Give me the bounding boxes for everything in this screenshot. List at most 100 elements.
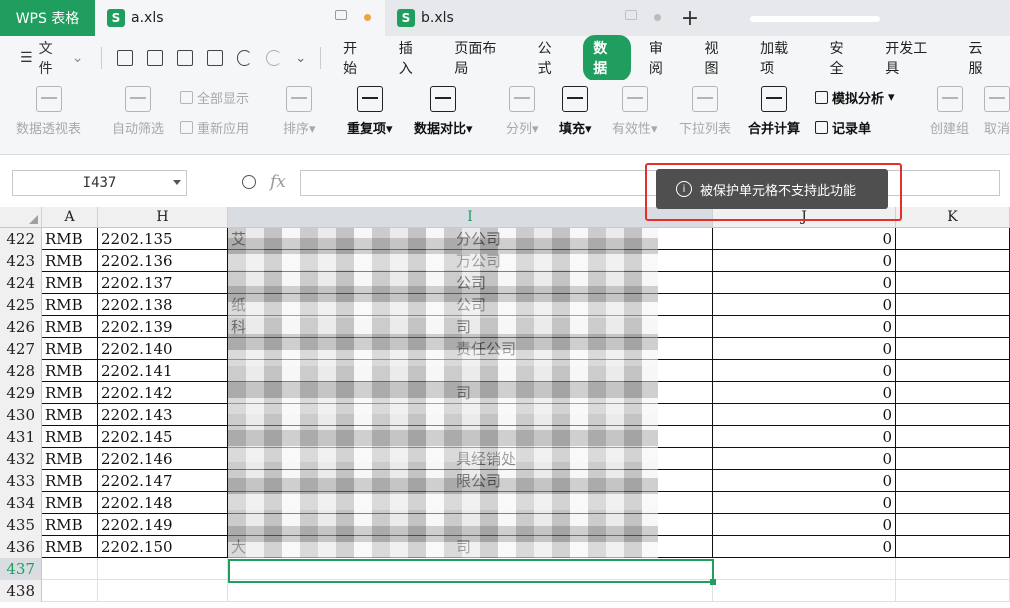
select-all-corner[interactable] <box>0 207 42 228</box>
print-preview-icon[interactable] <box>206 50 223 66</box>
row-number[interactable]: 438 <box>0 580 42 602</box>
save-icon[interactable] <box>117 50 134 66</box>
cell-j[interactable]: 0 <box>713 382 896 404</box>
cell-k[interactable] <box>896 228 1010 250</box>
cell-a[interactable]: RMB <box>42 404 98 426</box>
column-header-k[interactable]: K <box>896 207 1010 228</box>
cell-k[interactable] <box>896 382 1010 404</box>
cell-a[interactable]: RMB <box>42 492 98 514</box>
cell-h[interactable]: 2202.138 <box>98 294 228 316</box>
unsaved-dot-icon[interactable] <box>364 14 371 21</box>
cell-k[interactable] <box>896 360 1010 382</box>
cell-a[interactable]: RMB <box>42 228 98 250</box>
cell-j[interactable]: 0 <box>713 536 896 558</box>
tab-insert[interactable]: 插入 <box>389 35 437 81</box>
spreadsheet-grid[interactable]: A H I J K 422RMB2202.135艾分公司0423RMB2202.… <box>0 207 1010 608</box>
cell-k[interactable] <box>896 492 1010 514</box>
ungroup-button[interactable]: 取消 <box>984 86 1010 137</box>
cell-a[interactable]: RMB <box>42 294 98 316</box>
cell-j[interactable]: 0 <box>713 338 896 360</box>
cell-h[interactable]: 2202.136 <box>98 250 228 272</box>
column-header-i[interactable]: I <box>228 207 713 228</box>
cell-j[interactable]: 0 <box>713 448 896 470</box>
cell-j[interactable]: 0 <box>713 470 896 492</box>
cell-a[interactable]: RMB <box>42 382 98 404</box>
cell-k[interactable] <box>896 448 1010 470</box>
cell-a[interactable]: RMB <box>42 316 98 338</box>
row-number[interactable]: 434 <box>0 492 42 514</box>
column-header-a[interactable]: A <box>42 207 98 228</box>
cell-a[interactable]: RMB <box>42 448 98 470</box>
tab-data[interactable]: 数据 <box>583 35 631 81</box>
cell-k[interactable] <box>896 558 1010 580</box>
tab-security[interactable]: 安全 <box>820 35 868 81</box>
row-number[interactable]: 430 <box>0 404 42 426</box>
row-number[interactable]: 428 <box>0 360 42 382</box>
sort-button[interactable]: 排序▾ <box>283 86 316 137</box>
validity-button[interactable]: 有效性▾ <box>612 86 658 137</box>
row-number[interactable]: 433 <box>0 470 42 492</box>
cell-j[interactable] <box>713 558 896 580</box>
cell-j[interactable]: 0 <box>713 404 896 426</box>
reapply-button[interactable]: 重新应用 <box>180 118 249 137</box>
print-icon[interactable] <box>177 50 193 66</box>
cell-k[interactable] <box>896 272 1010 294</box>
cell-k[interactable] <box>896 426 1010 448</box>
cell-j[interactable]: 0 <box>713 316 896 338</box>
chevron-down-icon[interactable] <box>173 180 181 185</box>
doc-tab-a[interactable]: S a.xls <box>95 0 385 36</box>
tab-developer[interactable]: 开发工具 <box>875 35 950 81</box>
cell-k[interactable] <box>896 338 1010 360</box>
cell-k[interactable] <box>896 514 1010 536</box>
row-number[interactable]: 425 <box>0 294 42 316</box>
cell-a[interactable]: RMB <box>42 338 98 360</box>
split-column-button[interactable]: 分列▾ <box>506 86 539 137</box>
what-if-button[interactable]: 模拟分析 ▾ <box>815 88 895 107</box>
cell-a[interactable]: RMB <box>42 272 98 294</box>
autofilter-button[interactable]: 自动筛选 <box>112 86 164 137</box>
row-number[interactable]: 437 <box>0 558 42 580</box>
record-form-button[interactable]: 记录单 <box>815 118 871 137</box>
row-number[interactable]: 431 <box>0 426 42 448</box>
cell-j[interactable]: 0 <box>713 228 896 250</box>
close-dot-icon[interactable] <box>654 14 661 21</box>
tab-addins[interactable]: 加载项 <box>750 35 811 81</box>
create-group-button[interactable]: 创建组 <box>930 86 969 137</box>
cell-a[interactable]: RMB <box>42 426 98 448</box>
undo-icon[interactable] <box>236 50 253 66</box>
cell-h[interactable] <box>98 558 228 580</box>
row-number[interactable]: 432 <box>0 448 42 470</box>
cell-h[interactable]: 2202.135 <box>98 228 228 250</box>
cell-a[interactable] <box>42 580 98 602</box>
row-number[interactable]: 427 <box>0 338 42 360</box>
cell-j[interactable]: 0 <box>713 294 896 316</box>
row-number[interactable]: 424 <box>0 272 42 294</box>
cell-h[interactable]: 2202.142 <box>98 382 228 404</box>
fx-icon[interactable]: fx <box>270 172 286 192</box>
cell-a[interactable]: RMB <box>42 360 98 382</box>
pivot-table-button[interactable]: 数据透视表 <box>16 86 81 137</box>
cell-h[interactable]: 2202.139 <box>98 316 228 338</box>
cell-h[interactable]: 2202.145 <box>98 426 228 448</box>
cell-a[interactable]: RMB <box>42 470 98 492</box>
monitor-icon[interactable] <box>335 10 347 20</box>
tab-page-layout[interactable]: 页面布局 <box>444 35 519 81</box>
cell-i[interactable] <box>228 580 713 602</box>
cell-j[interactable]: 0 <box>713 250 896 272</box>
cell-k[interactable] <box>896 404 1010 426</box>
tab-cloud[interactable]: 云服 <box>958 35 1006 81</box>
monitor-icon[interactable] <box>625 10 637 20</box>
column-header-h[interactable]: H <box>98 207 228 228</box>
cell-h[interactable]: 2202.143 <box>98 404 228 426</box>
cell-j[interactable]: 0 <box>713 272 896 294</box>
consolidate-button[interactable]: 合并计算 <box>748 86 800 137</box>
cell-h[interactable]: 2202.140 <box>98 338 228 360</box>
zoom-icon[interactable] <box>242 175 256 189</box>
row-number[interactable]: 426 <box>0 316 42 338</box>
cell-h[interactable]: 2202.147 <box>98 470 228 492</box>
cell-j[interactable]: 0 <box>713 514 896 536</box>
tab-formula[interactable]: 公式 <box>528 35 576 81</box>
row-number[interactable]: 429 <box>0 382 42 404</box>
row-number[interactable]: 436 <box>0 536 42 558</box>
show-all-button[interactable]: 全部显示 <box>180 88 249 107</box>
